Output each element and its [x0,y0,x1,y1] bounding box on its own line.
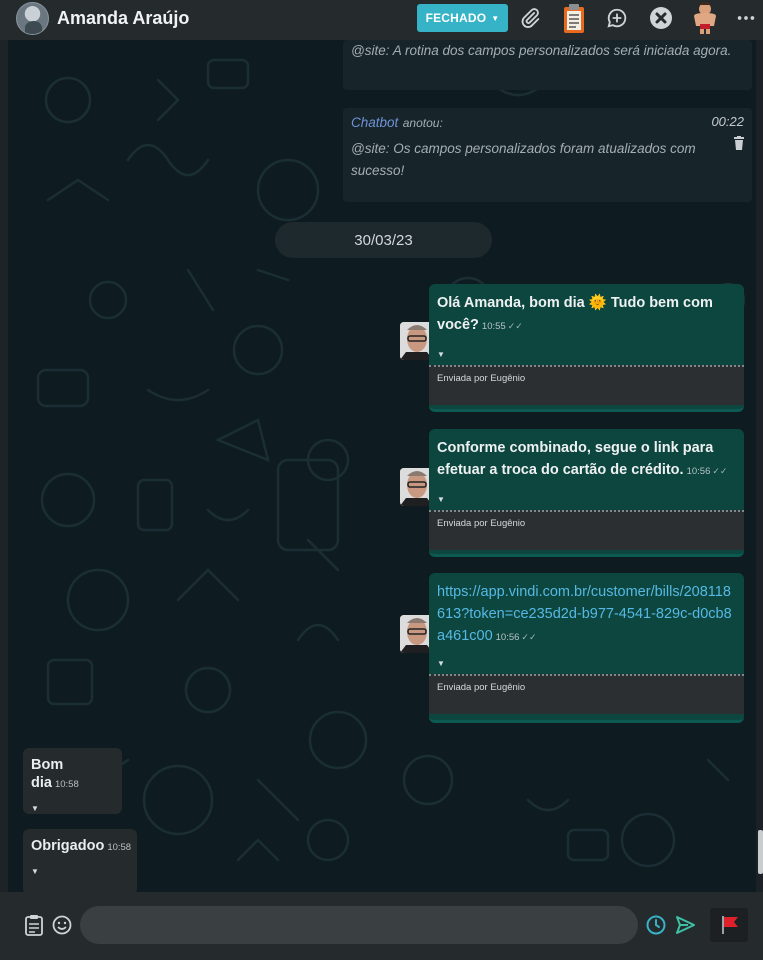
message-list[interactable]: @site: A rotina dos campos personalizado… [8,40,756,892]
caret-down-icon: ▼ [491,13,500,23]
emoji-icon[interactable] [51,914,73,936]
sent-by-label: Enviada por Eugênio [429,674,744,714]
send-icon[interactable] [674,914,696,936]
outgoing-message[interactable]: Conforme combinado, segue o link para ef… [429,429,744,557]
chat-header: Amanda Araújo FECHADO ▼ [0,0,763,40]
outgoing-message[interactable]: Olá Amanda, bom dia 🌞 Tudo bem com você?… [429,284,744,412]
sent-by-label: Enviada por Eugênio [429,510,744,550]
incoming-message[interactable]: Obrigadoo 10:58 ▼ [23,829,137,892]
flag-button[interactable] [710,908,748,942]
message-time: 10:58 [107,842,132,853]
double-check-icon: ✓✓ [712,466,728,476]
note-author: Chatbot [351,115,399,130]
message-time: 10:58 [54,779,79,790]
message-menu-caret-icon[interactable]: ▼ [31,794,113,819]
message-menu-caret-icon[interactable]: ▼ [429,483,744,510]
message-time: 10:56 [495,632,520,643]
internal-note: @site: A rotina dos campos personalizado… [343,40,752,90]
contact-avatar[interactable] [16,2,49,35]
left-border [0,40,8,892]
trash-icon[interactable] [733,136,745,155]
sent-by-label: Enviada por Eugênio [429,365,744,405]
double-check-icon: ✓✓ [507,321,523,331]
message-text: Obrigadoo 10:58 [31,838,132,854]
scrollbar-track[interactable] [756,40,763,892]
double-check-icon: ✓✓ [521,632,537,642]
agent-avatar-icon[interactable] [691,2,719,34]
paperclip-icon[interactable] [517,5,543,31]
internal-note: Chatbot anotou: 00:22 @site: Os campos p… [343,108,752,202]
note-text: @site: Os campos personalizados foram at… [351,141,696,178]
note-time: 00:22 [711,114,744,129]
message-menu-caret-icon[interactable]: ▼ [31,857,128,882]
status-dropdown-button[interactable]: FECHADO ▼ [417,4,508,32]
message-time: 10:56 [686,466,711,477]
message-menu-caret-icon[interactable]: ▼ [429,649,744,674]
chat-plus-icon[interactable] [604,5,630,31]
status-label: FECHADO [425,11,487,25]
message-link[interactable]: https://app.vindi.com.br/customer/bills/… [429,573,744,649]
notes-icon[interactable] [23,914,45,936]
incoming-message[interactable]: Bom dia 10:58 ▼ [23,748,122,814]
scrollbar-thumb[interactable] [758,830,763,874]
note-verb: anotou: [402,116,443,130]
message-menu-caret-icon[interactable]: ▼ [429,338,744,365]
clipboard-icon[interactable] [561,3,587,35]
schedule-clock-icon[interactable] [645,914,667,936]
chat-window: Amanda Araújo FECHADO ▼ @site: A rotina … [0,0,763,960]
close-circle-icon[interactable] [648,5,674,31]
message-time: 10:55 [481,321,506,332]
flag-icon [722,916,738,934]
contact-name[interactable]: Amanda Araújo [57,8,189,29]
date-separator: 30/03/23 [275,222,492,258]
outgoing-message[interactable]: https://app.vindi.com.br/customer/bills/… [429,573,744,723]
message-text: Bom dia 10:58 [31,757,79,791]
note-text: @site: A rotina dos campos personalizado… [351,43,732,58]
composer-bar [0,892,763,960]
message-text: Olá Amanda, bom dia 🌞 Tudo bem com você?… [437,295,713,333]
message-input[interactable] [80,906,638,944]
message-text: Conforme combinado, segue o link para ef… [437,440,728,478]
more-icon[interactable] [733,5,759,31]
